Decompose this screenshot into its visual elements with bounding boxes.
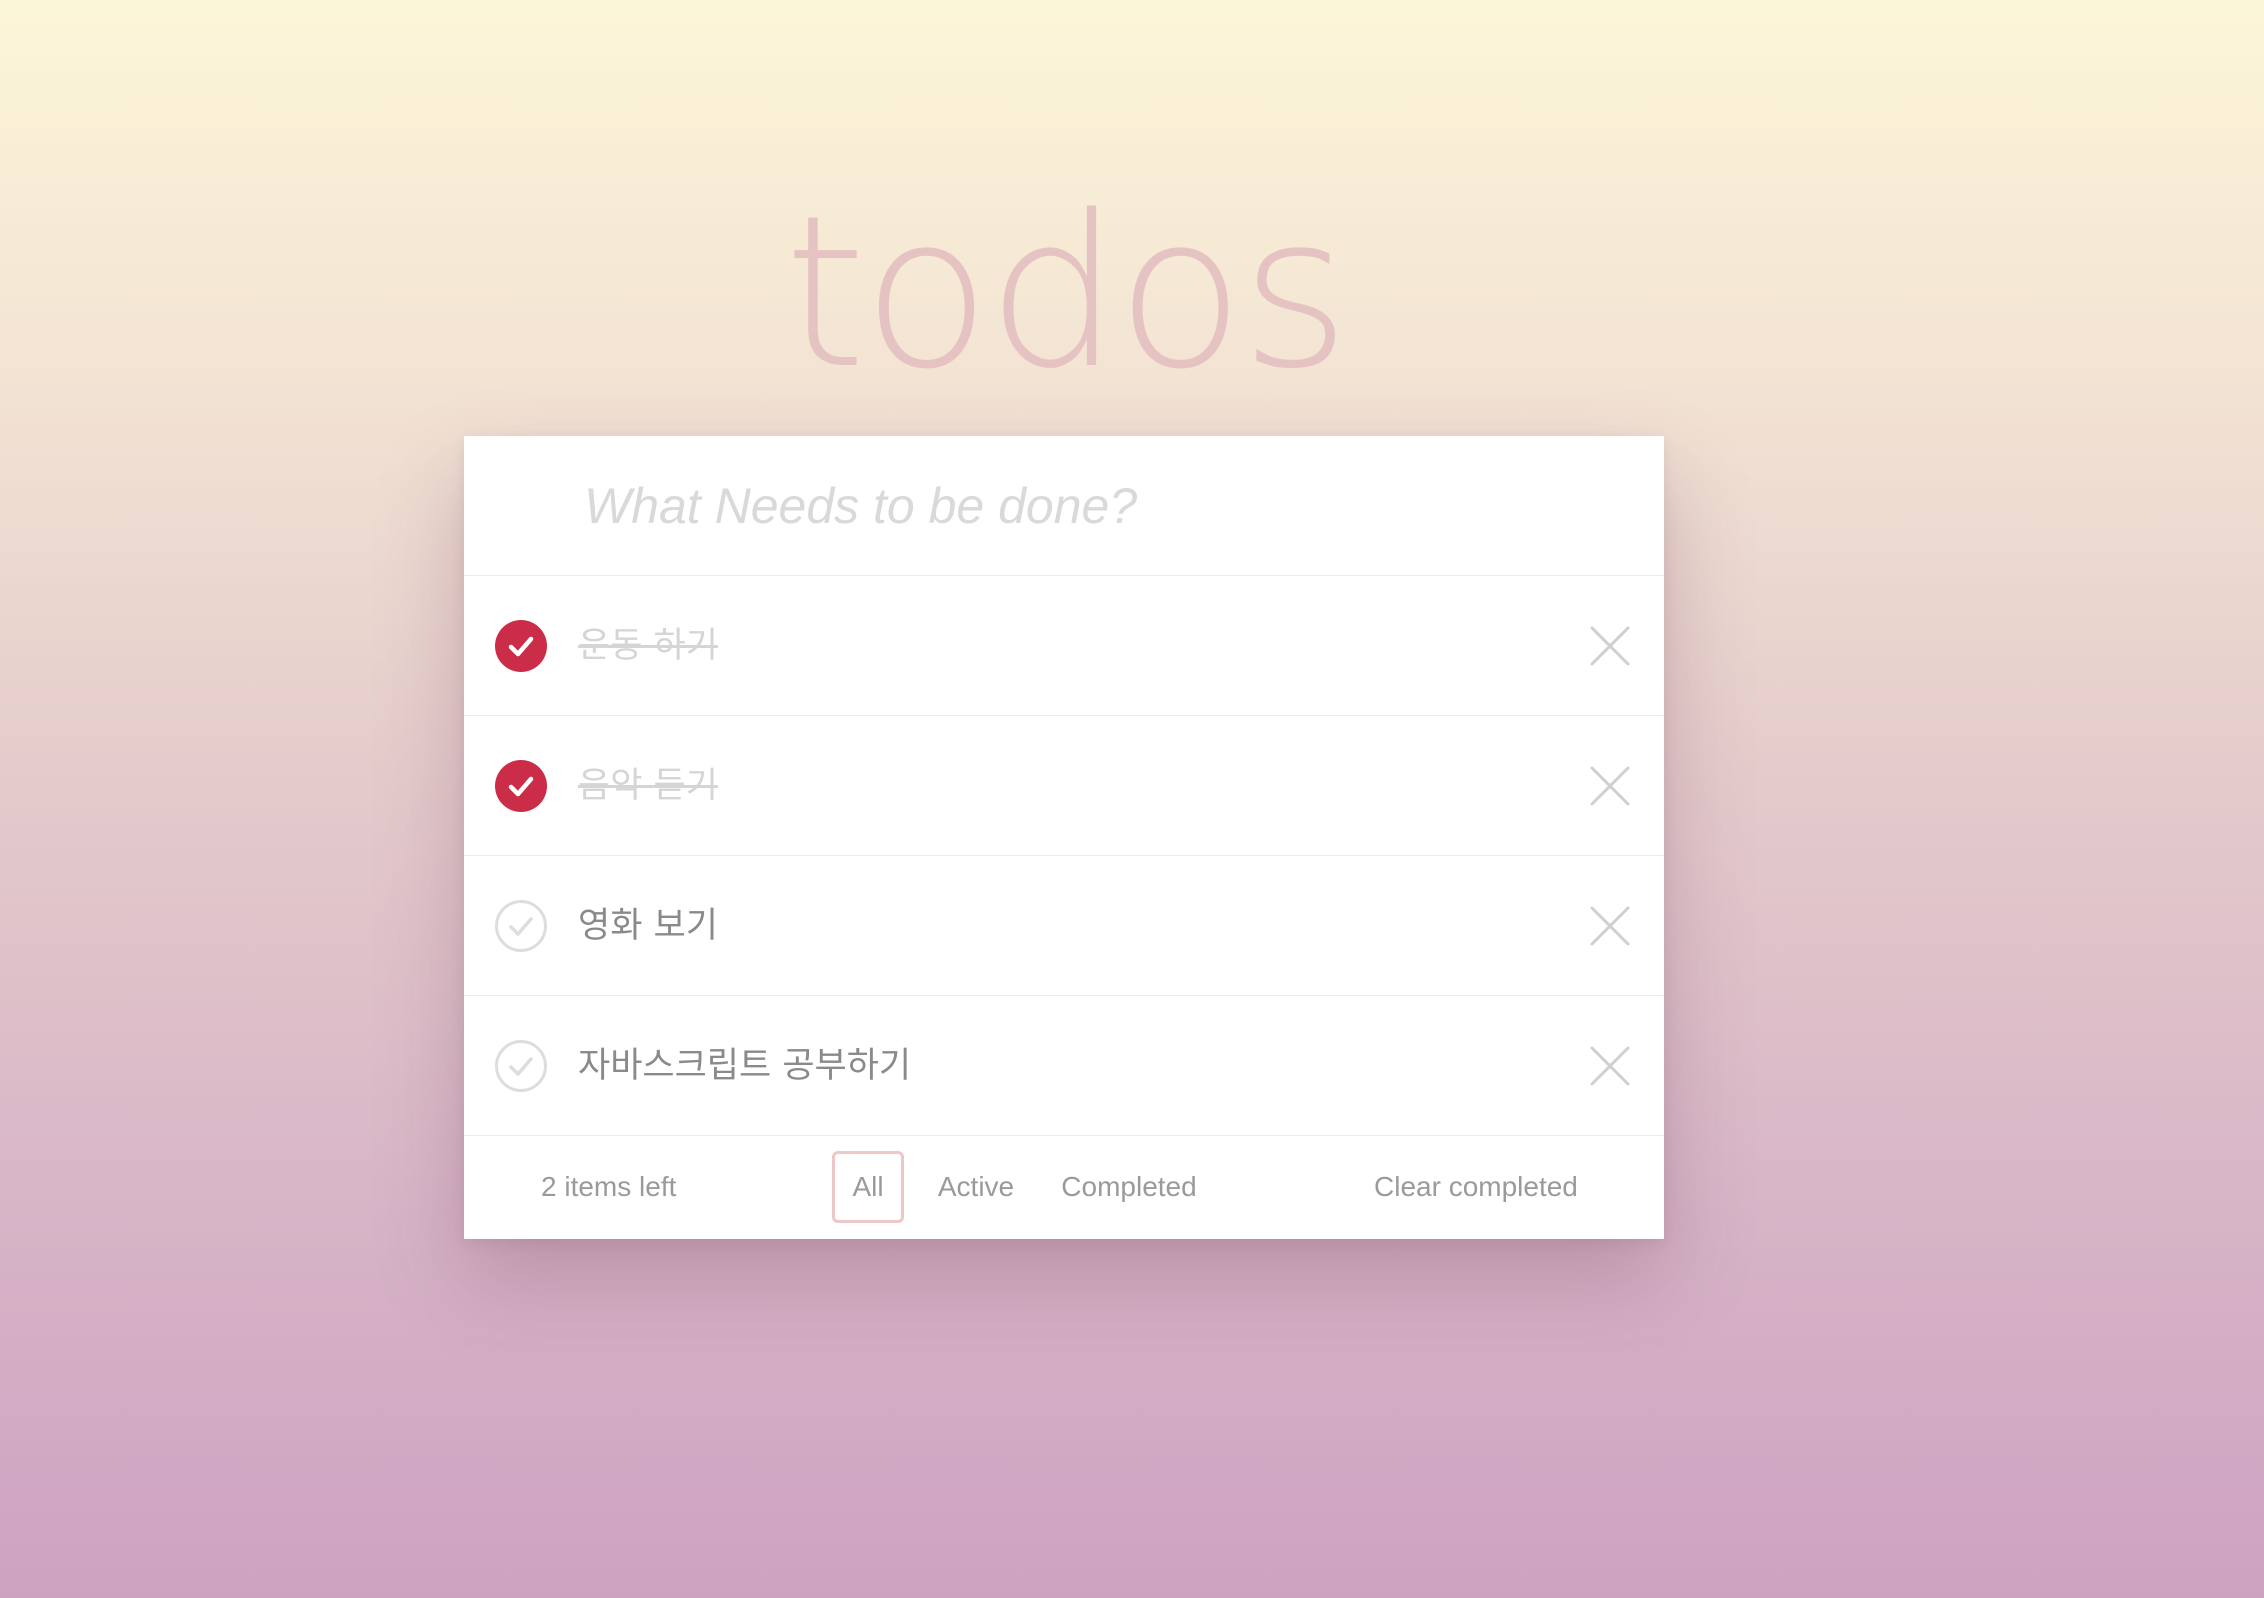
close-icon (1590, 906, 1630, 946)
todo-item: 영화 보기 (464, 856, 1664, 996)
todo-item: 자바스크립트 공부하기 (464, 996, 1664, 1136)
todo-footer: 2 items left All Active Completed Clear … (464, 1137, 1664, 1239)
todo-item: 운동 하기 (464, 576, 1664, 716)
todo-label: 음악 듣기 (578, 766, 718, 806)
filter-active[interactable]: Active (926, 1151, 1026, 1223)
todo-toggle[interactable] (495, 900, 547, 952)
new-todo-input[interactable] (584, 464, 1584, 548)
items-left-count: 2 items left (541, 1171, 677, 1202)
app-title: todos (783, 170, 1350, 415)
todo-label: 영화 보기 (578, 906, 718, 946)
check-circle-filled-icon (508, 776, 534, 797)
close-icon (1590, 626, 1630, 666)
delete-todo-button[interactable] (1586, 1042, 1634, 1090)
todo-toggle[interactable] (495, 620, 547, 672)
delete-todo-button[interactable] (1586, 762, 1634, 810)
filter-completed[interactable]: Completed (1054, 1151, 1204, 1223)
filter-all[interactable]: All (832, 1151, 904, 1223)
todo-toggle[interactable] (495, 1040, 547, 1092)
delete-todo-button[interactable] (1586, 902, 1634, 950)
new-todo-row (464, 436, 1664, 576)
todo-label: 자바스크립트 공부하기 (578, 1046, 912, 1086)
todo-label: 운동 하기 (578, 626, 718, 666)
delete-todo-button[interactable] (1586, 622, 1634, 670)
clear-completed-button[interactable]: Clear completed (1374, 1167, 1578, 1207)
close-icon (1590, 1046, 1630, 1086)
check-circle-filled-icon (508, 636, 534, 657)
todo-item: 음악 듣기 (464, 716, 1664, 856)
check-circle-outline-icon (509, 917, 533, 936)
todo-toggle[interactable] (495, 760, 547, 812)
todo-list: 운동 하기 음악 듣기 영화 보기 자바스크립트 공부하기 (464, 576, 1664, 1136)
todo-card: 운동 하기 음악 듣기 영화 보기 (464, 436, 1664, 1239)
close-icon (1590, 766, 1630, 806)
check-circle-outline-icon (509, 1057, 533, 1076)
